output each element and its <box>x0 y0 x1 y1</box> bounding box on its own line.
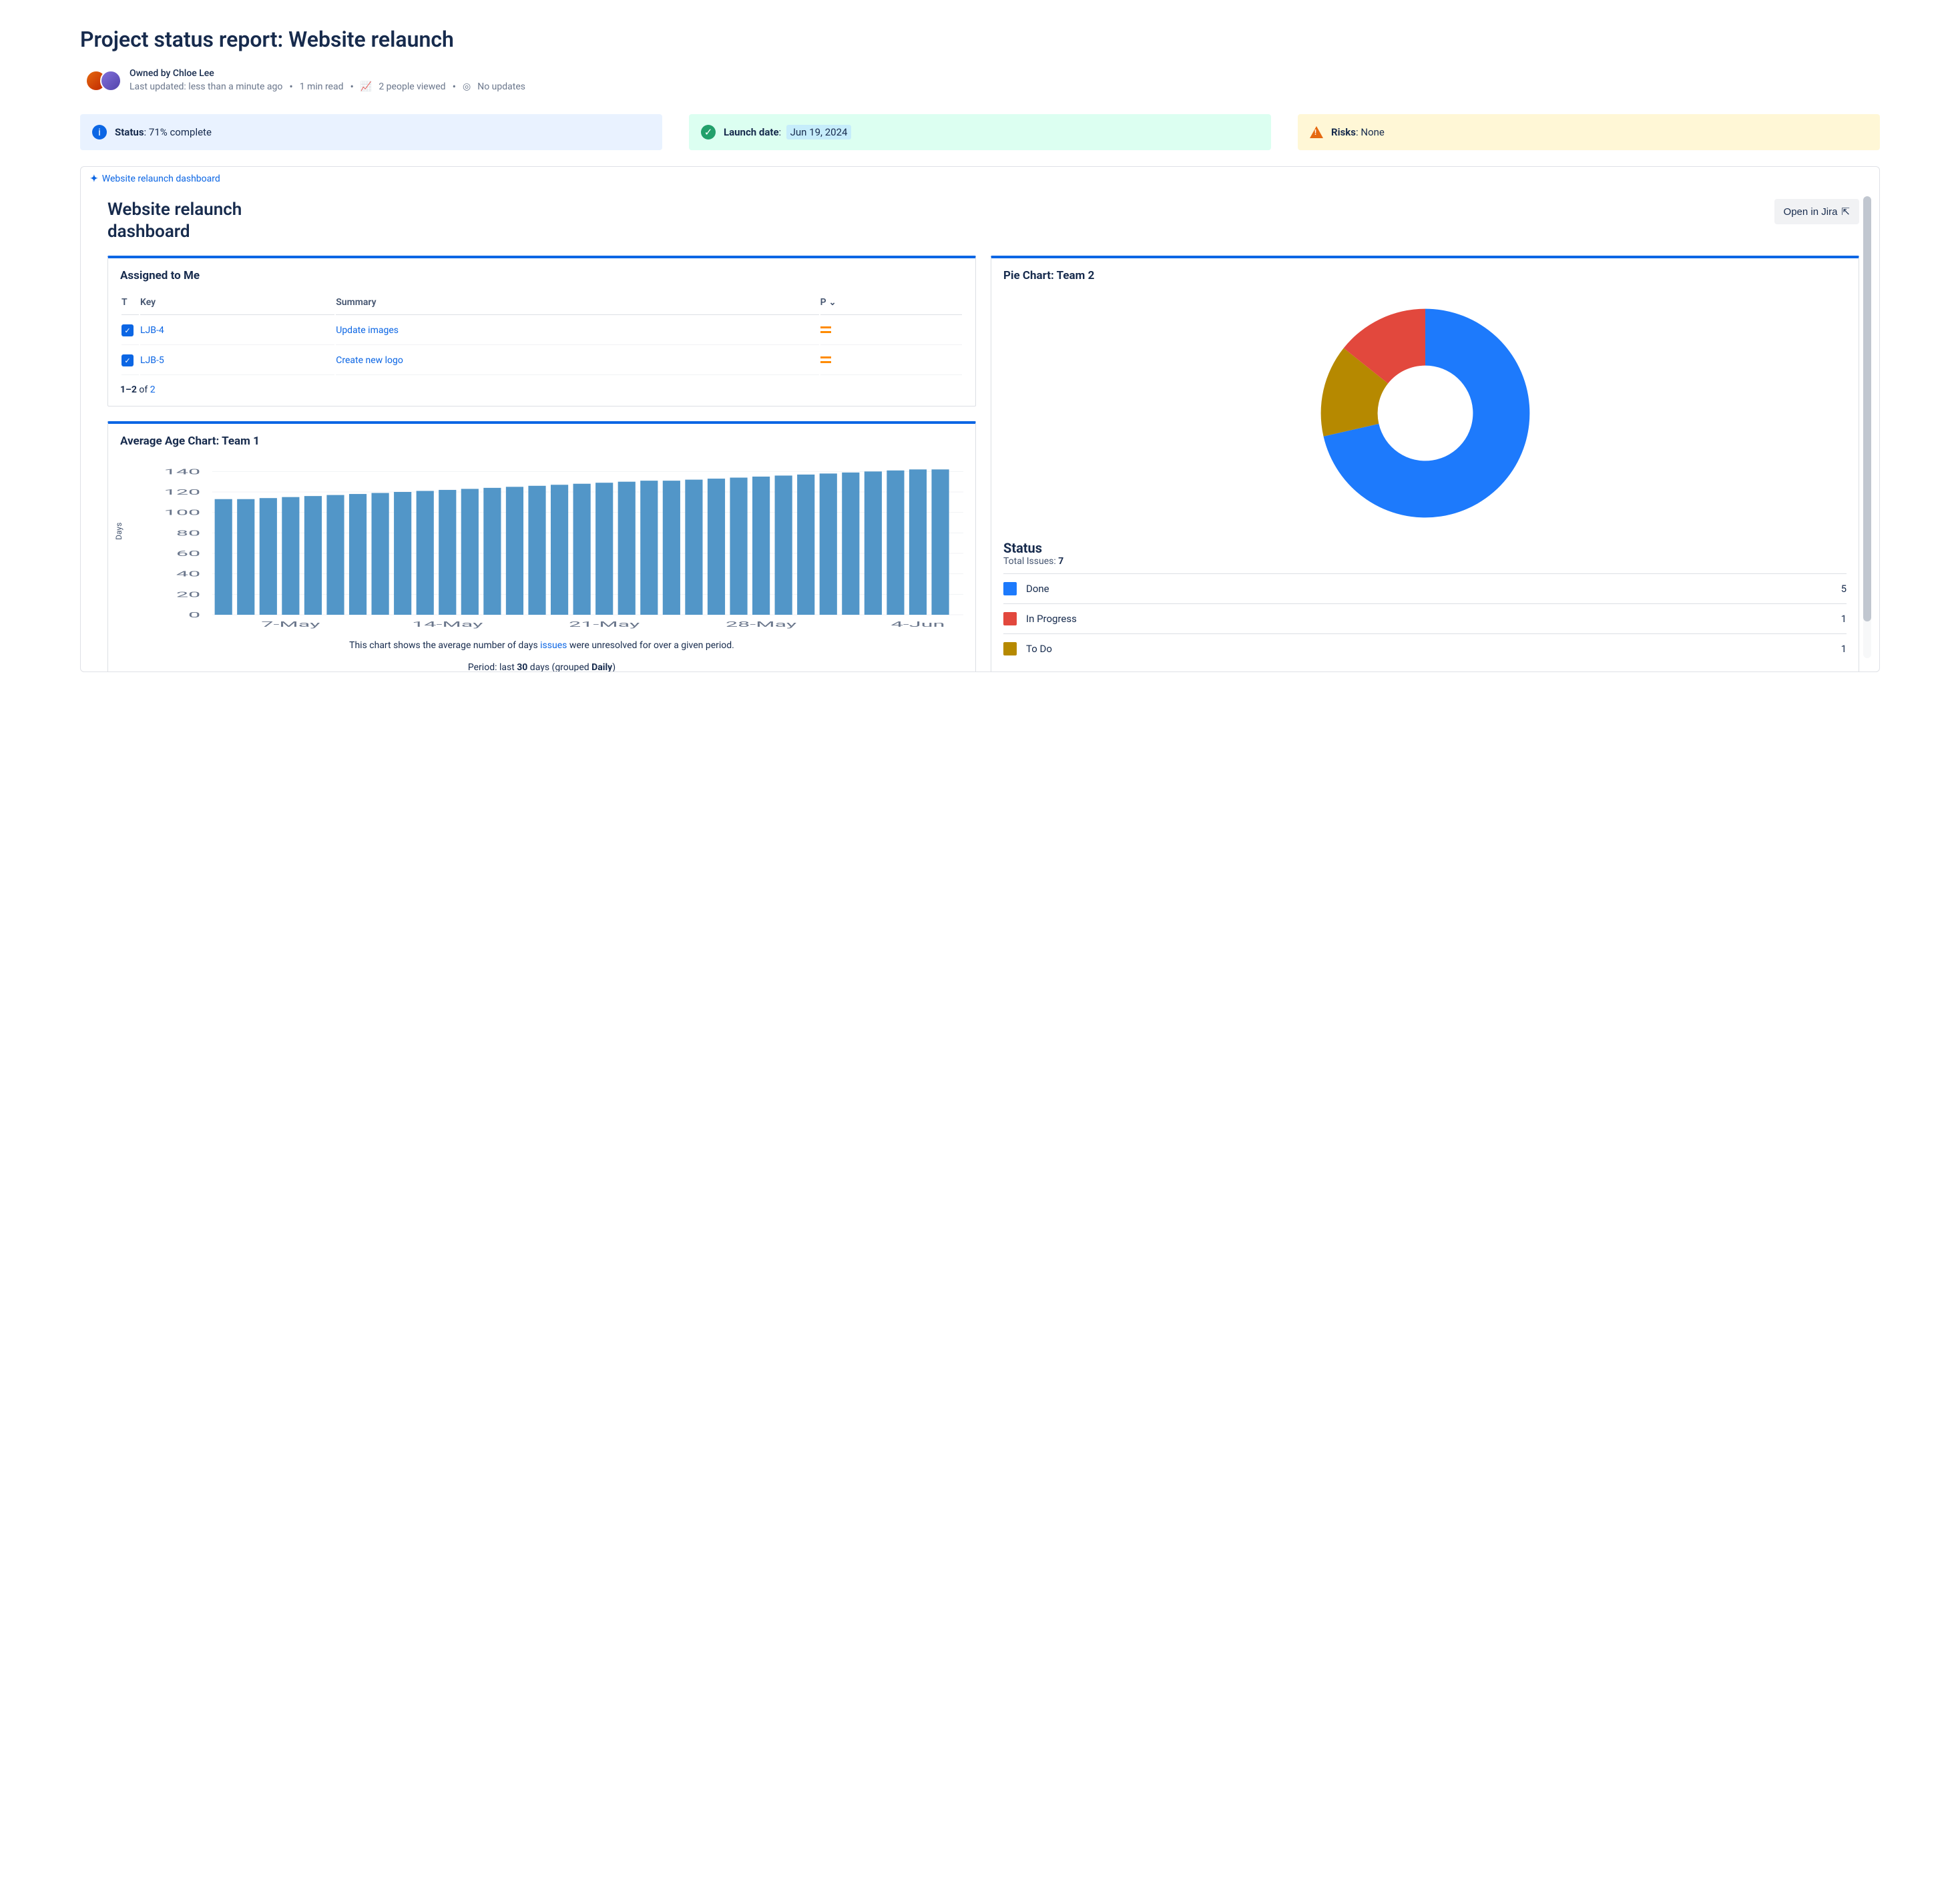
separator-dot: • <box>350 80 354 93</box>
col-priority[interactable]: P <box>820 293 962 315</box>
svg-text:20: 20 <box>176 590 200 599</box>
read-time: 1 min read <box>300 81 344 92</box>
issue-key[interactable]: LJB-5 <box>140 355 164 366</box>
donut-chart <box>1003 292 1847 540</box>
dashboard-body: Website relaunch dashboard Open in Jira … <box>81 191 1879 671</box>
scrollbar[interactable] <box>1863 196 1871 658</box>
launch-date-value: Jun 19, 2024 <box>786 125 852 140</box>
status-count: 5 <box>1841 583 1847 595</box>
status-label: To Do <box>1026 643 1052 655</box>
scroll-thumb[interactable] <box>1863 196 1871 621</box>
dashboard-panels: Assigned to Me T Key Summary P ✓ LJB-4 <box>107 256 1859 671</box>
panel-title: Assigned to Me <box>120 269 963 282</box>
avg-age-chart-panel: Average Age Chart: Team 1 Days 0 20 40 60 80… <box>107 421 976 671</box>
col-summary[interactable]: Summary <box>336 293 818 315</box>
status-cards-row: i Status: 71% complete ✓ Launch date: Ju… <box>80 114 1880 150</box>
status-row-item[interactable]: In Progress 1 <box>1003 603 1847 633</box>
status-card-label: Launch date <box>724 126 779 138</box>
page-title: Project status report: Website relaunch <box>80 27 1880 52</box>
page-meta: Owned by Chloe Lee Last updated: less th… <box>85 68 1880 93</box>
svg-text:21-May: 21-May <box>569 620 640 629</box>
open-in-jira-label: Open in Jira <box>1784 206 1838 218</box>
separator-dot: • <box>453 80 456 93</box>
chart-caption: This chart shows the average number of d… <box>120 639 963 653</box>
issue-summary[interactable]: Create new logo <box>336 355 403 366</box>
pager-total-link[interactable]: 2 <box>150 384 156 395</box>
issue-summary[interactable]: Update images <box>336 325 399 336</box>
dashboard-frame: ✦ Website relaunch dashboard Website rel… <box>80 166 1880 672</box>
dashboard-title: Website relaunch dashboard <box>107 199 308 242</box>
status-row-item[interactable]: Done 5 <box>1003 573 1847 603</box>
table-row[interactable]: ✓ LJB-5 Create new logo <box>121 346 962 375</box>
svg-text:4-Jun: 4-Jun <box>891 620 945 629</box>
color-swatch <box>1003 642 1017 655</box>
svg-text:120: 120 <box>164 488 201 497</box>
svg-text:40: 40 <box>176 570 200 579</box>
priority-medium-icon <box>820 326 831 333</box>
avatar <box>100 70 121 91</box>
svg-text:140: 140 <box>164 467 201 476</box>
priority-medium-icon <box>820 356 831 363</box>
jira-icon: ✦ <box>90 174 98 184</box>
dashboard-link-bar: ✦ Website relaunch dashboard <box>81 167 1879 191</box>
col-type[interactable]: T <box>121 293 139 315</box>
panel-title: Pie Chart: Team 2 <box>1003 269 1847 282</box>
status-label: Done <box>1026 583 1049 595</box>
status-card-status: i Status: 71% complete <box>80 114 662 150</box>
dashboard-header: Website relaunch dashboard Open in Jira … <box>107 191 1859 256</box>
warning-icon <box>1310 126 1323 138</box>
bar-chart: Days 0204060801001201407-May14-May21-May… <box>138 457 963 631</box>
last-updated: Last updated: less than a minute ago <box>130 81 282 92</box>
info-icon: i <box>92 125 107 140</box>
avatar-stack <box>85 70 121 91</box>
task-icon: ✓ <box>121 324 134 336</box>
separator-dot: • <box>289 80 292 93</box>
chart-period: Period: last 30 days (grouped Daily) <box>120 661 963 671</box>
svg-text:14-May: 14-May <box>412 620 483 629</box>
external-link-icon: ⇱ <box>1841 206 1850 218</box>
color-swatch <box>1003 612 1017 625</box>
color-swatch <box>1003 582 1017 595</box>
table-pager: 1–2 of 2 <box>120 376 963 395</box>
views-count: 2 people viewed <box>379 81 445 92</box>
status-card-launch: ✓ Launch date: Jun 19, 2024 <box>689 114 1271 150</box>
table-row[interactable]: ✓ LJB-4 Update images <box>121 316 962 345</box>
y-axis-label: Days <box>114 523 124 540</box>
svg-text:80: 80 <box>176 529 200 537</box>
target-icon: ◎ <box>463 81 471 92</box>
dashboard-link[interactable]: Website relaunch dashboard <box>102 174 220 184</box>
assigned-issues-table: T Key Summary P ✓ LJB-4 Update images ✓ LJB-… <box>120 292 963 376</box>
assigned-to-me-panel: Assigned to Me T Key Summary P ✓ LJB-4 <box>107 256 976 407</box>
status-card-label: Risks <box>1331 126 1356 138</box>
pie-chart-panel: Pie Chart: Team 2 Status Total Issues: 7… <box>991 256 1859 671</box>
status-row-item[interactable]: To Do 1 <box>1003 633 1847 663</box>
status-total: Total Issues: 7 <box>1003 556 1847 567</box>
task-icon: ✓ <box>121 354 134 366</box>
updates-text: No updates <box>477 81 525 92</box>
issue-key[interactable]: LJB-4 <box>140 325 164 336</box>
col-key[interactable]: Key <box>140 293 334 315</box>
svg-text:7-May: 7-May <box>261 620 320 629</box>
check-icon: ✓ <box>701 125 716 140</box>
svg-text:100: 100 <box>164 509 201 517</box>
svg-text:60: 60 <box>176 549 200 558</box>
status-card-value: None <box>1361 126 1385 138</box>
bar-chart-svg: 0 20 40 60 80 100 120 140 7-May 14-May 21-May 28-Ma… <box>138 457 963 631</box>
status-count: 1 <box>1841 643 1847 655</box>
issues-link[interactable]: issues <box>540 640 567 651</box>
panel-title: Average Age Chart: Team 1 <box>120 435 963 448</box>
donut-svg <box>1312 300 1539 527</box>
status-label: In Progress <box>1026 613 1077 625</box>
views-icon: 📈 <box>360 81 372 92</box>
status-card-value: 71% complete <box>149 126 212 138</box>
owner-line: Owned by Chloe Lee <box>130 68 525 79</box>
svg-text:0: 0 <box>188 611 200 619</box>
svg-text:28-May: 28-May <box>726 620 797 629</box>
open-in-jira-button[interactable]: Open in Jira ⇱ <box>1774 199 1859 224</box>
status-card-risks: Risks: None <box>1298 114 1880 150</box>
status-heading: Status <box>1003 540 1847 556</box>
status-card-label: Status <box>115 126 144 138</box>
status-count: 1 <box>1841 613 1847 625</box>
